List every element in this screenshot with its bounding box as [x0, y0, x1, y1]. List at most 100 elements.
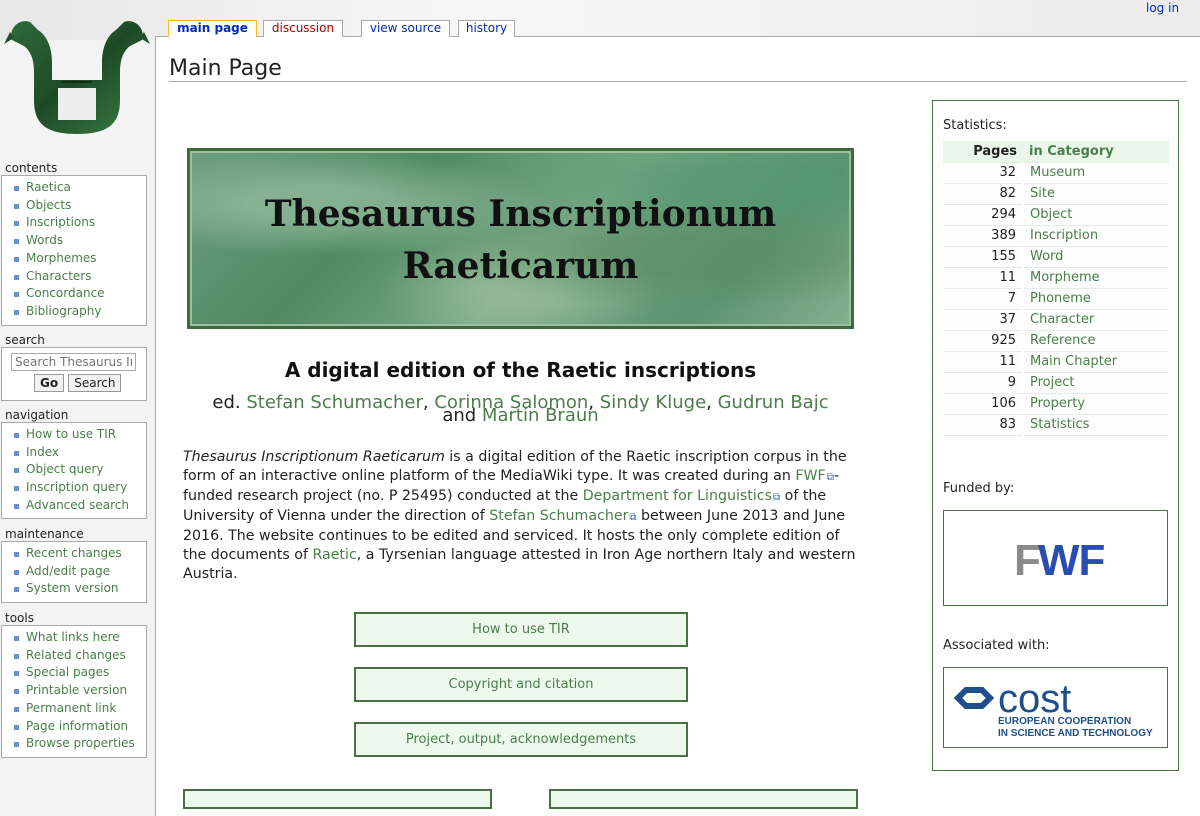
banner-title-line1: Thesaurus Inscriptionum: [264, 193, 777, 235]
how-to-use-button[interactable]: How to use TIR: [354, 612, 688, 647]
fwf-link[interactable]: FWF: [795, 468, 834, 484]
sidebar-item-related-changes[interactable]: Related changes: [12, 647, 142, 665]
sidebar-item-how-to-use[interactable]: How to use TIR: [12, 426, 142, 444]
table-row: 7 Phoneme: [943, 288, 1169, 310]
cost-logo[interactable]: cost EUROPEAN COOPERATION IN SCIENCE AND…: [943, 667, 1168, 748]
horse-statue-logo-icon: [4, 21, 150, 134]
portlet-body-contents: Raetica Objects Inscriptions Words Morph…: [1, 175, 147, 326]
copyright-button[interactable]: Copyright and citation: [354, 667, 688, 702]
sidebar-item-advanced-search[interactable]: Advanced search: [12, 497, 142, 515]
sidebar-item-characters[interactable]: Characters: [12, 268, 142, 286]
raetic-link[interactable]: Raetic: [312, 547, 356, 563]
portlet-title-maintenance: maintenance: [5, 527, 84, 541]
sidebar-item-morphemes[interactable]: Morphemes: [12, 250, 142, 268]
associated-with-label: Associated with:: [943, 638, 1050, 653]
category-link[interactable]: Character: [1023, 309, 1169, 331]
table-row: 925 Reference: [943, 330, 1169, 352]
svg-text:WF: WF: [1038, 536, 1105, 585]
table-row: 294 Object: [943, 204, 1169, 226]
search-input[interactable]: [11, 353, 136, 371]
category-link[interactable]: Inscription: [1023, 225, 1169, 247]
department-link[interactable]: Department for Linguistics: [583, 488, 780, 504]
portlet-body-maintenance: Recent changes Add/edit page System vers…: [1, 541, 147, 603]
category-link[interactable]: Object: [1023, 204, 1169, 226]
title-banner: Thesaurus Inscriptionum Raeticarum: [187, 148, 854, 329]
login-link[interactable]: log in: [1146, 1, 1179, 15]
funded-by-label: Funded by:: [943, 481, 1015, 496]
tab-discussion[interactable]: discussion: [263, 20, 343, 37]
site-logo[interactable]: [0, 0, 155, 155]
sidebar-item-browse-properties[interactable]: Browse properties: [12, 735, 142, 753]
column-header-category[interactable]: in Category: [1023, 141, 1169, 163]
banner-title-line2: Raeticarum: [402, 245, 639, 287]
page-title: Main Page: [169, 55, 1187, 82]
sidebar-item-inscriptions[interactable]: Inscriptions: [12, 214, 142, 232]
category-link[interactable]: Reference: [1023, 330, 1169, 352]
sidebar-search: search Go Search: [0, 333, 148, 401]
category-link[interactable]: Phoneme: [1023, 288, 1169, 310]
sidebar-item-permanent-link[interactable]: Permanent link: [12, 700, 142, 718]
search-button[interactable]: Search: [68, 374, 122, 392]
category-link[interactable]: Statistics: [1023, 414, 1169, 436]
svg-text:F: F: [1014, 536, 1040, 585]
table-row: 82 Site: [943, 183, 1169, 205]
info-sidebar: Statistics: Pages in Category 32 Museum 8…: [932, 100, 1179, 771]
sidebar-contents: contents Raetica Objects Inscriptions Wo…: [0, 161, 148, 326]
category-link[interactable]: Museum: [1023, 162, 1169, 184]
portlet-title-tools: tools: [5, 611, 34, 625]
sidebar-item-words[interactable]: Words: [12, 232, 142, 250]
sidebar-item-page-information[interactable]: Page information: [12, 718, 142, 736]
sidebar-item-printable-version[interactable]: Printable version: [12, 682, 142, 700]
svg-text:cost: cost: [998, 677, 1071, 721]
sidebar-item-concordance[interactable]: Concordance: [12, 285, 142, 303]
editors-prefix: ed.: [212, 392, 241, 413]
category-link[interactable]: Property: [1023, 393, 1169, 415]
sidebar-item-bibliography[interactable]: Bibliography: [12, 303, 142, 321]
category-link[interactable]: Site: [1023, 183, 1169, 205]
table-row: 389 Inscription: [943, 225, 1169, 247]
sidebar-item-index[interactable]: Index: [12, 444, 142, 462]
portlet-body-navigation: How to use TIR Index Object query Inscri…: [1, 422, 147, 519]
category-link[interactable]: Project: [1023, 372, 1169, 394]
lower-box-right[interactable]: [549, 789, 858, 809]
editor-link[interactable]: Gudrun Bajc: [718, 392, 829, 413]
tab-view-source[interactable]: view source: [361, 20, 450, 37]
sidebar-item-object-query[interactable]: Object query: [12, 461, 142, 479]
sidebar-item-recent-changes[interactable]: Recent changes: [12, 545, 142, 563]
editor-link[interactable]: Sindy Kluge: [600, 392, 706, 413]
tab-main-page[interactable]: main page: [168, 20, 257, 37]
tab-history[interactable]: history: [458, 20, 515, 37]
sidebar-item-special-pages[interactable]: Special pages: [12, 664, 142, 682]
sidebar-item-inscription-query[interactable]: Inscription query: [12, 479, 142, 497]
sidebar-item-add-edit-page[interactable]: Add/edit page: [12, 563, 142, 581]
table-row: 11 Morpheme: [943, 267, 1169, 289]
fwf-logo[interactable]: F WF: [943, 510, 1168, 606]
table-row: 37 Character: [943, 309, 1169, 331]
category-link[interactable]: Word: [1023, 246, 1169, 268]
portlet-body-search: Go Search: [1, 347, 147, 401]
sidebar-item-raetica[interactable]: Raetica: [12, 179, 142, 197]
sidebar-item-system-version[interactable]: System version: [12, 580, 142, 598]
page-subtitle: A digital edition of the Raetic inscript…: [284, 358, 757, 382]
editor-link[interactable]: Martin Braun: [482, 405, 599, 426]
table-row: 32 Museum: [943, 162, 1169, 184]
banner-title: Thesaurus Inscriptionum Raeticarum: [190, 188, 851, 292]
table-header-row: Pages in Category: [943, 141, 1169, 163]
sidebar-item-objects[interactable]: Objects: [12, 197, 142, 215]
intro-title: Thesaurus Inscriptionum Raeticarum: [183, 449, 445, 465]
intro-paragraph: Thesaurus Inscriptionum Raeticarum is a …: [183, 448, 863, 584]
category-link[interactable]: Morpheme: [1023, 267, 1169, 289]
editor-link[interactable]: Stefan Schumacher: [246, 392, 423, 413]
sidebar-item-what-links-here[interactable]: What links here: [12, 629, 142, 647]
table-row: 9 Project: [943, 372, 1169, 394]
category-link[interactable]: Main Chapter: [1023, 351, 1169, 373]
director-link[interactable]: Stefan Schumacher: [489, 508, 636, 524]
svg-text:IN SCIENCE AND TECHNOLOGY: IN SCIENCE AND TECHNOLOGY: [998, 728, 1153, 739]
svg-text:EUROPEAN COOPERATION: EUROPEAN COOPERATION: [998, 716, 1131, 727]
portlet-title-navigation: navigation: [5, 408, 69, 422]
cost-logo-icon: cost EUROPEAN COOPERATION IN SCIENCE AND…: [953, 677, 1153, 739]
project-button[interactable]: Project, output, acknowledgements: [354, 722, 688, 757]
lower-box-left[interactable]: [183, 789, 492, 809]
column-header-pages: Pages: [943, 141, 1023, 163]
go-button[interactable]: Go: [34, 374, 65, 392]
